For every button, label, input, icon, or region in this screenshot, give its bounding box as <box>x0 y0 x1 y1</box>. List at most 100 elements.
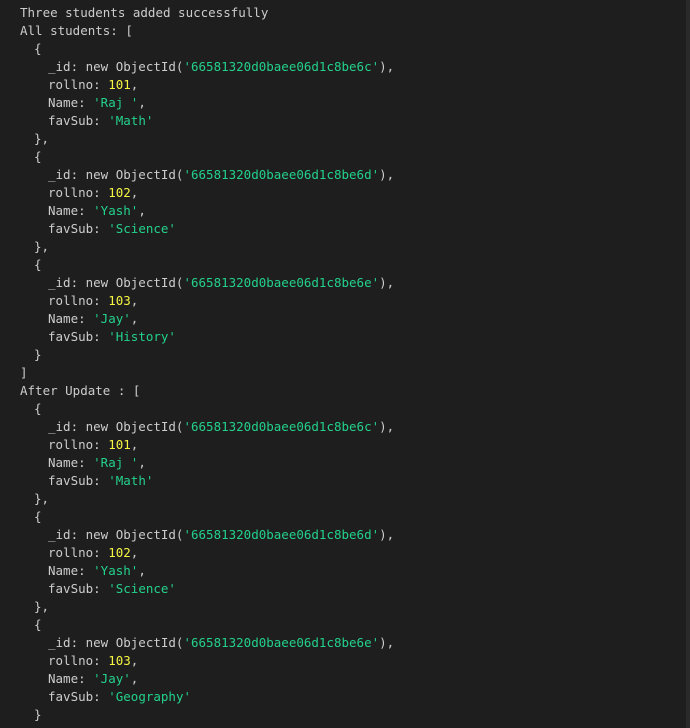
name-value: 'Raj ' <box>93 95 139 110</box>
record-id-line: _id: new ObjectId('66581320d0baee06d1c8b… <box>0 418 690 436</box>
favsub-key: favSub: <box>48 473 109 488</box>
record-favsub-line: favSub: 'Science' <box>0 220 690 238</box>
id-value: '66581320d0baee06d1c8be6e' <box>183 635 380 650</box>
scrollbar[interactable] <box>686 0 690 728</box>
favsub-value: 'History' <box>108 329 176 344</box>
record-favsub-line: favSub: 'Math' <box>0 472 690 490</box>
id-tail: ), <box>379 635 395 650</box>
record-rollno-line: rollno: 102, <box>0 184 690 202</box>
record-open-brace: { <box>34 401 42 416</box>
record-open-brace: { <box>34 617 42 632</box>
status-message: Three students added successfully <box>20 5 269 20</box>
id-value: '66581320d0baee06d1c8be6d' <box>183 527 380 542</box>
record-close-brace: }, <box>34 239 50 254</box>
favsub-key: favSub: <box>48 221 109 236</box>
name-value: 'Raj ' <box>93 455 139 470</box>
favsub-key: favSub: <box>48 689 109 704</box>
id-tail: ), <box>379 527 395 542</box>
section-end: ] <box>20 365 28 380</box>
rollno-value: 102 <box>108 185 131 200</box>
record-close-brace: }, <box>34 599 50 614</box>
comma: , <box>130 77 139 92</box>
record-id-line: _id: new ObjectId('66581320d0baee06d1c8b… <box>0 166 690 184</box>
name-value: 'Yash' <box>93 563 139 578</box>
rollno-key: rollno: <box>48 437 109 452</box>
record-name-line: Name: 'Jay', <box>0 670 690 688</box>
record-rollno-line: rollno: 103, <box>0 652 690 670</box>
rollno-value: 102 <box>108 545 131 560</box>
comma: , <box>130 437 139 452</box>
record-open-brace: { <box>34 509 42 524</box>
comma: , <box>130 545 139 560</box>
name-key: Name: <box>48 311 94 326</box>
terminal-output[interactable]: Three students added successfully All st… <box>0 0 690 728</box>
record-name-line: Name: 'Raj ', <box>0 454 690 472</box>
id-tail: ), <box>379 419 395 434</box>
comma: , <box>130 293 139 308</box>
id-tail: ), <box>379 167 395 182</box>
record-close-brace: }, <box>34 131 50 146</box>
favsub-value: 'Math' <box>108 473 154 488</box>
record-favsub-line: favSub: 'Science' <box>0 580 690 598</box>
record-rollno-line: rollno: 101, <box>0 76 690 94</box>
comma: , <box>138 455 146 470</box>
comma: , <box>130 653 139 668</box>
rollno-value: 101 <box>108 437 131 452</box>
output-sections: All students: [{_id: new ObjectId('66581… <box>0 22 690 724</box>
comma: , <box>130 185 139 200</box>
comma: , <box>130 311 139 326</box>
rollno-key: rollno: <box>48 185 109 200</box>
record-name-line: Name: 'Jay', <box>0 310 690 328</box>
favsub-value: 'Geography' <box>108 689 192 704</box>
record-favsub-line: favSub: 'Math' <box>0 112 690 130</box>
id-key: _id: new ObjectId( <box>48 59 184 74</box>
comma: , <box>138 203 146 218</box>
comma: , <box>138 95 146 110</box>
record-favsub-line: favSub: 'History' <box>0 328 690 346</box>
id-key: _id: new ObjectId( <box>48 419 184 434</box>
record-id-line: _id: new ObjectId('66581320d0baee06d1c8b… <box>0 634 690 652</box>
id-key: _id: new ObjectId( <box>48 167 184 182</box>
rollno-key: rollno: <box>48 77 109 92</box>
favsub-key: favSub: <box>48 329 109 344</box>
favsub-value: 'Math' <box>108 113 154 128</box>
section-heading: All students: [ <box>20 23 133 38</box>
id-key: _id: new ObjectId( <box>48 275 184 290</box>
name-value: 'Jay' <box>93 311 131 326</box>
id-value: '66581320d0baee06d1c8be6e' <box>183 275 380 290</box>
id-key: _id: new ObjectId( <box>48 527 184 542</box>
record-rollno-line: rollno: 101, <box>0 436 690 454</box>
id-value: '66581320d0baee06d1c8be6c' <box>183 419 380 434</box>
record-name-line: Name: 'Yash', <box>0 562 690 580</box>
record-close-brace: } <box>34 707 42 722</box>
rollno-key: rollno: <box>48 653 109 668</box>
name-value: 'Yash' <box>93 203 139 218</box>
favsub-value: 'Science' <box>108 581 176 596</box>
record-close-brace: } <box>34 347 42 362</box>
favsub-key: favSub: <box>48 581 109 596</box>
id-value: '66581320d0baee06d1c8be6d' <box>183 167 380 182</box>
record-rollno-line: rollno: 102, <box>0 544 690 562</box>
record-id-line: _id: new ObjectId('66581320d0baee06d1c8b… <box>0 526 690 544</box>
rollno-value: 103 <box>108 653 131 668</box>
name-key: Name: <box>48 203 94 218</box>
name-key: Name: <box>48 671 94 686</box>
section-heading: After Update : [ <box>20 383 141 398</box>
id-key: _id: new ObjectId( <box>48 635 184 650</box>
record-open-brace: { <box>34 41 42 56</box>
name-key: Name: <box>48 455 94 470</box>
record-open-brace: { <box>34 257 42 272</box>
record-name-line: Name: 'Raj ', <box>0 94 690 112</box>
favsub-key: favSub: <box>48 113 109 128</box>
comma: , <box>138 563 146 578</box>
rollno-key: rollno: <box>48 545 109 560</box>
record-close-brace: }, <box>34 491 50 506</box>
rollno-value: 101 <box>108 77 131 92</box>
record-rollno-line: rollno: 103, <box>0 292 690 310</box>
id-tail: ), <box>379 59 395 74</box>
record-favsub-line: favSub: 'Geography' <box>0 688 690 706</box>
record-id-line: _id: new ObjectId('66581320d0baee06d1c8b… <box>0 58 690 76</box>
record-name-line: Name: 'Yash', <box>0 202 690 220</box>
name-key: Name: <box>48 95 94 110</box>
rollno-key: rollno: <box>48 293 109 308</box>
